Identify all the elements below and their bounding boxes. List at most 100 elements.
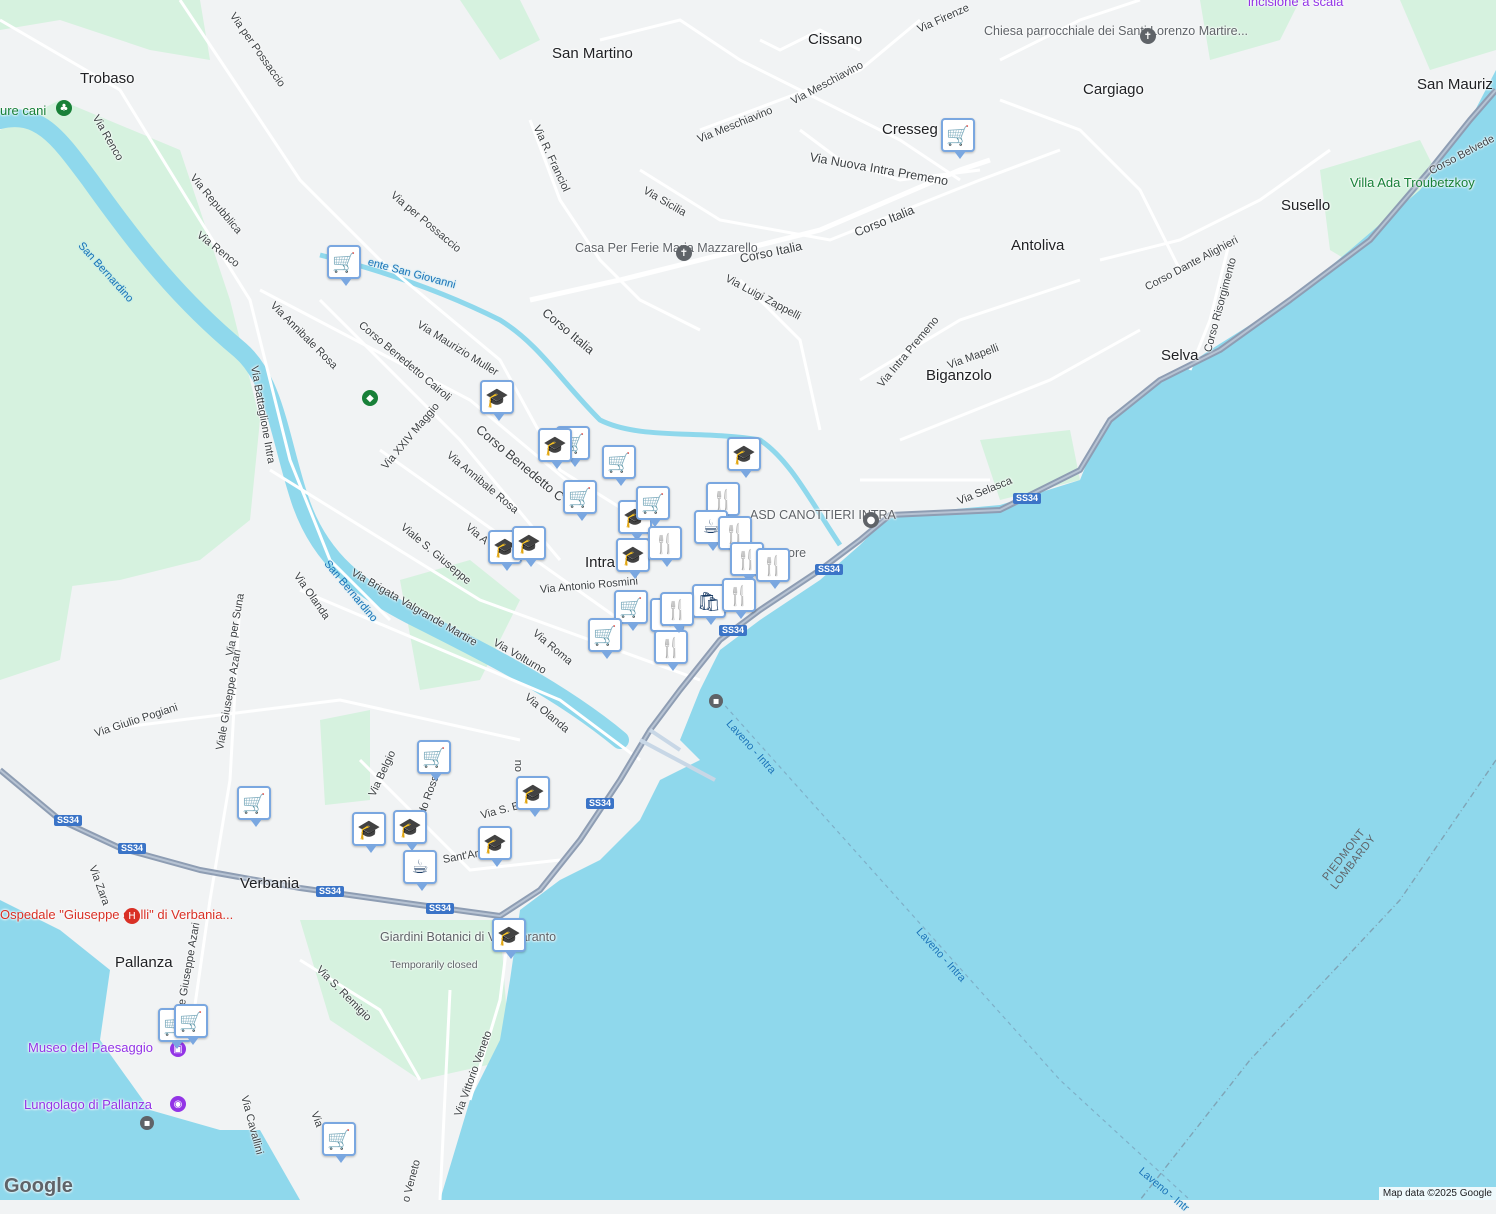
park-area-north	[0, 0, 210, 60]
cart-icon: 🛒	[619, 596, 643, 619]
marker-shopping[interactable]: 🛍	[692, 584, 726, 625]
poi-giardini-status: Temporarily closed	[390, 959, 478, 971]
cap-icon: 🎓	[621, 544, 645, 567]
fork-knife-icon: 🍴	[653, 532, 677, 555]
hospital-icon[interactable]: H	[124, 908, 140, 924]
marker-grocery[interactable]: 🛒	[417, 740, 451, 781]
poi-incisione-label[interactable]: incisione a scala	[1248, 0, 1343, 9]
cart-icon: 🛒	[568, 486, 592, 509]
fork-knife-icon: 🍴	[665, 598, 689, 621]
marker-school[interactable]: 🎓	[516, 776, 550, 817]
church-icon[interactable]: ✝	[1140, 28, 1156, 44]
park-area-pallanza	[0, 540, 80, 680]
cart-icon: 🛒	[332, 251, 356, 274]
poi-casa-per-ferie-label[interactable]: Casa Per Ferie Maria Mazzarello	[575, 241, 758, 256]
playground-icon[interactable]: ◆	[362, 390, 378, 406]
marker-school[interactable]: 🎓	[393, 810, 427, 851]
ferry-terminal-icon[interactable]: ▪	[709, 694, 723, 708]
marker-grocery[interactable]: 🛒	[588, 618, 622, 659]
highway-shield-ss34: SS34	[719, 625, 748, 636]
cap-icon: 🎓	[517, 532, 541, 555]
poi-chiesa-label[interactable]: Chiesa parrocchiale dei Santi Lorenzo Ma…	[984, 24, 1248, 39]
marker-grocery[interactable]: 🛒	[941, 118, 975, 159]
fork-knife-icon: 🍴	[761, 554, 785, 577]
marker-restaurant[interactable]: 🍴	[660, 592, 694, 633]
place-cissano: Cissano	[808, 31, 863, 48]
cart-icon: 🛒	[641, 492, 665, 515]
marker-school[interactable]: 🎓	[492, 918, 526, 959]
map-attribution[interactable]: Map data ©2025 Google	[1378, 1187, 1496, 1200]
cart-icon: 🛒	[422, 746, 446, 769]
marker-school[interactable]: 🎓	[727, 437, 761, 478]
highway-shield-ss34: SS34	[54, 815, 83, 826]
poi-ospedale-label[interactable]: Ospedale "Giuseppe stelli" di Verbania..…	[0, 907, 233, 923]
ferry-terminal-icon[interactable]: ▪	[140, 1116, 154, 1130]
cap-icon: 🎓	[357, 818, 381, 841]
location-pin-icon[interactable]: ●	[863, 512, 879, 528]
highway-shield-ss34: SS34	[815, 564, 844, 575]
highway-shield-ss34: SS34	[316, 886, 345, 897]
place-intra: Intra	[585, 554, 616, 571]
poi-asd-canottieri-label[interactable]: ASD CANOTTIERI INTRA	[750, 508, 896, 523]
marker-restaurant[interactable]: 🍴	[722, 578, 756, 619]
bag-icon: 🛍	[696, 590, 722, 613]
cart-icon: 🛒	[327, 1128, 351, 1151]
marker-school[interactable]: 🎓	[616, 538, 650, 579]
marker-cafe[interactable]: ☕	[403, 850, 437, 891]
fork-knife-icon: 🍴	[659, 636, 683, 659]
cart-icon: 🛒	[593, 624, 617, 647]
camera-icon[interactable]: ◉	[170, 1096, 186, 1112]
cap-icon: 🎓	[398, 816, 422, 839]
cart-icon: 🛒	[607, 451, 631, 474]
marker-grocery[interactable]: 🛒	[636, 486, 670, 527]
marker-grocery[interactable]: 🛒	[563, 480, 597, 521]
cap-icon: 🎓	[497, 924, 521, 947]
fork-knife-icon: 🍴	[711, 488, 735, 511]
place-biganzolo: Biganzolo	[926, 367, 992, 384]
cart-icon: 🛒	[242, 792, 266, 815]
place-susello: Susello	[1281, 197, 1331, 214]
highway-shield-ss34: SS34	[586, 798, 615, 809]
place-san-maurizio: San Mauriz	[1417, 76, 1493, 93]
marker-school[interactable]: 🎓	[480, 380, 514, 421]
poi-giardini-label[interactable]: Giardini Botanici di Villa Taranto	[380, 930, 556, 945]
park-area-stadium	[320, 710, 370, 805]
marker-grocery[interactable]: 🛒	[602, 445, 636, 486]
park-area-west	[0, 100, 260, 600]
cap-icon: 🎓	[732, 443, 756, 466]
marker-restaurant[interactable]: 🍴	[648, 526, 682, 567]
fork-knife-icon: 🍴	[727, 584, 751, 607]
highway-shield-ss34: SS34	[118, 843, 147, 854]
place-pallanza: Pallanza	[115, 954, 173, 971]
cart-icon: 🛒	[179, 1010, 203, 1033]
marker-school[interactable]: 🎓	[512, 526, 546, 567]
cup-icon: ☕	[702, 516, 720, 538]
highway-shield-ss34: SS34	[1013, 493, 1042, 504]
marker-restaurant[interactable]: 🍴	[756, 548, 790, 589]
place-cresseglio: Cresseg	[882, 121, 938, 138]
poi-villa-ada-label[interactable]: Villa Ada Troubetzkoy	[1350, 175, 1475, 190]
marker-school[interactable]: 🎓	[478, 826, 512, 867]
marker-restaurant[interactable]: 🍴	[654, 630, 688, 671]
poi-museo-label[interactable]: Museo del Paesaggio	[28, 1040, 153, 1055]
place-antoliva: Antoliva	[1011, 237, 1065, 254]
marker-grocery[interactable]: 🛒	[322, 1122, 356, 1163]
marker-school[interactable]: 🎓	[538, 428, 572, 469]
cart-icon: 🛒	[946, 124, 970, 147]
marker-grocery[interactable]: 🛒	[237, 786, 271, 827]
poi-ore-fragment: ore	[788, 546, 807, 560]
park-area-east-2	[1400, 0, 1496, 70]
marker-grocery[interactable]: 🛒	[327, 245, 361, 286]
google-logo[interactable]: Google	[4, 1175, 73, 1198]
poi-ure-cani-label[interactable]: ure cani	[0, 103, 46, 118]
cup-icon: ☕	[411, 856, 429, 878]
cap-icon: 🎓	[485, 386, 509, 409]
marker-grocery[interactable]: 🛒	[174, 1004, 208, 1045]
place-san-martino: San Martino	[552, 45, 633, 62]
church-icon[interactable]: ✝	[676, 245, 692, 261]
map-canvas[interactable]: Trobaso San Martino Cissano Cargiago San…	[0, 0, 1496, 1214]
marker-school[interactable]: 🎓	[352, 812, 386, 853]
poi-lungolago-label[interactable]: Lungolago di Pallanza	[24, 1097, 152, 1112]
place-verbania: Verbania	[240, 875, 300, 892]
park-icon[interactable]: ♣	[56, 100, 72, 116]
